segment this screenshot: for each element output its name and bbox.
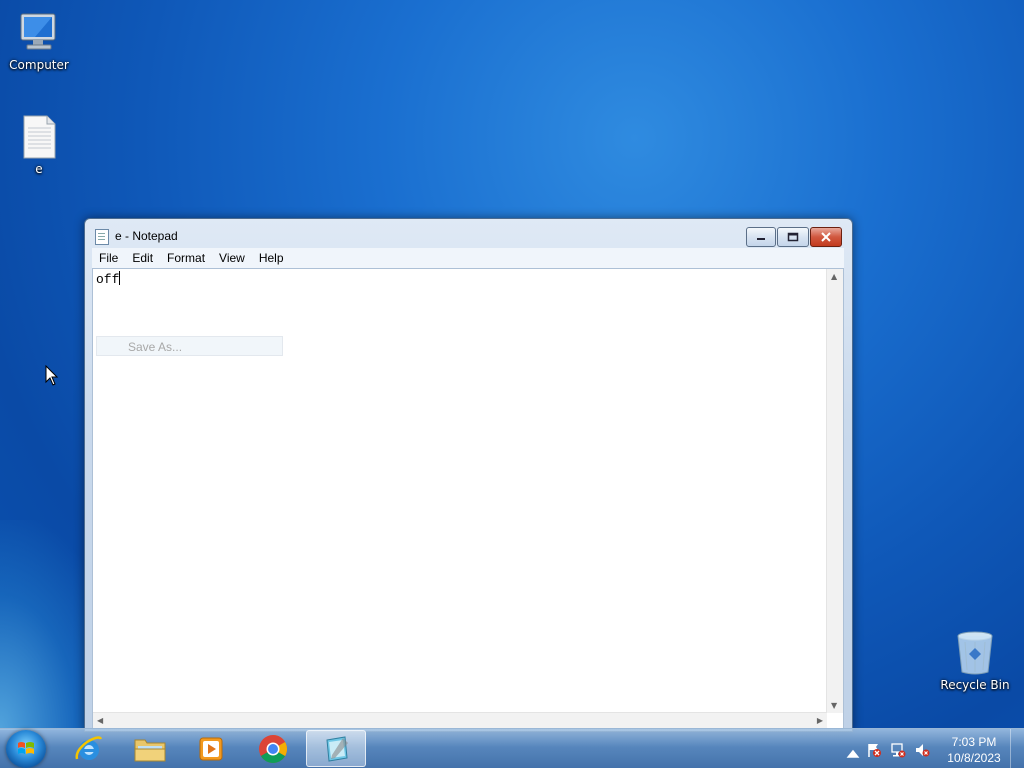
minimize-icon	[757, 238, 765, 240]
close-icon	[821, 232, 831, 242]
text-file-icon	[15, 112, 63, 160]
show-desktop-button[interactable]	[1010, 729, 1024, 768]
internet-explorer-icon	[75, 735, 103, 760]
desktop-icon-recycle-bin[interactable]: Recycle Bin	[937, 628, 1013, 692]
text-caret	[119, 271, 121, 285]
scroll-right-icon[interactable]: ▶	[817, 716, 823, 725]
taskbar-internet-explorer[interactable]	[60, 730, 118, 767]
menu-edit[interactable]: Edit	[125, 248, 160, 268]
taskbar-notepad[interactable]	[306, 730, 366, 767]
menu-help[interactable]: Help	[252, 248, 291, 268]
maximize-button[interactable]	[777, 227, 809, 247]
media-player-icon	[199, 737, 223, 760]
show-hidden-icons-icon[interactable]	[845, 745, 861, 761]
start-button[interactable]	[6, 730, 46, 768]
taskbar-windows-explorer[interactable]	[121, 730, 179, 767]
taskbar-chrome[interactable]	[244, 730, 302, 767]
title-bar[interactable]: e - Notepad	[85, 219, 852, 247]
menu-format[interactable]: Format	[160, 248, 212, 268]
clock-time: 7:03 PM	[951, 735, 997, 749]
windows-logo-icon	[18, 742, 34, 754]
horizontal-scrollbar[interactable]: ◀ ▶	[93, 712, 827, 729]
text-editor[interactable]: off Save As... ▲ ▼ ◀ ▶	[92, 268, 844, 730]
desktop-icon-text-file[interactable]: e	[1, 112, 77, 176]
clock-date: 10/8/2023	[947, 751, 1001, 765]
maximize-icon	[787, 232, 799, 242]
editor-text: off	[96, 272, 120, 287]
scroll-up-icon[interactable]: ▲	[831, 272, 837, 281]
fading-menu-item: Save As...	[96, 336, 283, 356]
chrome-icon	[259, 734, 287, 763]
action-center-icon[interactable]	[866, 742, 882, 758]
menu-view[interactable]: View	[212, 248, 252, 268]
desktop-icon-label: Computer	[9, 58, 69, 72]
computer-icon	[15, 8, 63, 56]
menu-file[interactable]: File	[92, 248, 125, 268]
mouse-pointer-icon	[45, 365, 59, 386]
notepad-icon	[95, 229, 109, 245]
desktop-icon-label: e	[35, 162, 43, 176]
notepad-window[interactable]: e - Notepad File Edit Format View Help o…	[84, 218, 853, 732]
windows-explorer-icon	[134, 739, 166, 761]
editor-content[interactable]: off	[96, 271, 121, 287]
taskbar-media-player[interactable]	[182, 730, 240, 767]
save-as-label: Save As...	[128, 340, 183, 354]
desktop-icon-label: Recycle Bin	[940, 678, 1010, 692]
vertical-scrollbar[interactable]: ▲ ▼	[826, 269, 843, 713]
notepad-icon	[326, 735, 348, 762]
menu-bar: File Edit Format View Help	[92, 248, 844, 268]
volume-muted-icon[interactable]	[914, 742, 930, 758]
window-title: e - Notepad	[115, 229, 178, 243]
desktop-icon-computer[interactable]: Computer	[1, 8, 77, 72]
recycle-bin-icon	[951, 628, 999, 676]
taskbar: 7:03 PM 10/8/2023	[0, 728, 1024, 768]
minimize-button[interactable]	[746, 227, 776, 247]
scroll-left-icon[interactable]: ◀	[97, 716, 103, 725]
close-button[interactable]	[810, 227, 842, 247]
system-clock[interactable]: 7:03 PM 10/8/2023	[946, 734, 1002, 766]
scroll-down-icon[interactable]: ▼	[831, 701, 837, 710]
network-icon[interactable]	[890, 742, 906, 758]
